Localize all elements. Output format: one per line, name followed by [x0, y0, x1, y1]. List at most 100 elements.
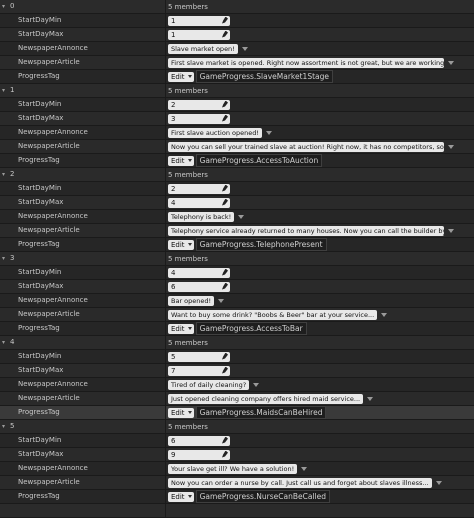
start-day-min-field[interactable]: 5 [168, 351, 230, 362]
column-divider[interactable] [165, 476, 166, 489]
expand-arrow-icon[interactable]: ▾ [2, 0, 10, 13]
pencil-icon[interactable] [222, 100, 228, 108]
column-divider[interactable] [165, 448, 166, 461]
pencil-icon[interactable] [222, 268, 228, 276]
array-element-header[interactable]: ▾ 3 5 members [0, 252, 474, 266]
pencil-icon[interactable] [222, 30, 228, 38]
dropdown-arrow-icon[interactable] [381, 312, 388, 317]
dropdown-arrow-icon[interactable] [367, 396, 374, 401]
dropdown-arrow-icon[interactable] [218, 298, 225, 303]
column-divider[interactable] [165, 98, 166, 111]
array-element-header[interactable]: ▾ 2 5 members [0, 168, 474, 182]
newspaper-annonce-field[interactable]: Your slave get ill? We have a solution! [168, 463, 298, 474]
edit-tag-button[interactable]: Edit [168, 407, 194, 418]
expand-arrow-icon[interactable]: ▾ [2, 168, 10, 181]
column-divider[interactable] [165, 196, 166, 209]
column-divider[interactable] [165, 462, 166, 475]
newspaper-annonce-field[interactable]: Tired of daily cleaning? [168, 379, 250, 390]
array-element-header-partial[interactable] [0, 504, 474, 518]
newspaper-annonce-field[interactable]: Slave market open! [168, 43, 238, 54]
dropdown-arrow-icon[interactable] [265, 130, 272, 135]
newspaper-annonce-field[interactable]: Telephony is back! [168, 211, 235, 222]
pencil-icon[interactable] [222, 198, 228, 206]
expand-arrow-icon[interactable]: ▾ [2, 336, 10, 349]
column-divider[interactable] [165, 364, 166, 377]
column-divider[interactable] [165, 70, 166, 83]
column-divider[interactable] [165, 392, 166, 405]
column-divider[interactable] [165, 490, 166, 503]
column-divider[interactable] [165, 154, 166, 167]
start-day-max-field[interactable]: 9 [168, 449, 230, 460]
column-divider[interactable] [165, 336, 166, 349]
edit-tag-button[interactable]: Edit [168, 323, 194, 334]
dropdown-arrow-icon[interactable] [448, 144, 454, 149]
newspaper-article-field[interactable]: Want to buy some drink? "Boobs & Beer" b… [168, 309, 378, 320]
column-divider[interactable] [165, 28, 166, 41]
pencil-icon[interactable] [222, 450, 228, 458]
edit-tag-button[interactable]: Edit [168, 239, 194, 250]
column-divider[interactable] [165, 0, 166, 13]
start-day-max-field[interactable]: 4 [168, 197, 230, 208]
column-divider[interactable] [165, 308, 166, 321]
expand-arrow-icon[interactable]: ▾ [2, 84, 10, 97]
column-divider[interactable] [165, 42, 166, 55]
edit-tag-button[interactable]: Edit [168, 155, 194, 166]
column-divider[interactable] [165, 126, 166, 139]
dropdown-arrow-icon[interactable] [241, 46, 248, 51]
start-day-max-field[interactable]: 6 [168, 281, 230, 292]
newspaper-article-field[interactable]: Now you can order a nurse by call. Just … [168, 477, 432, 488]
pencil-icon[interactable] [222, 282, 228, 290]
dropdown-arrow-icon[interactable] [435, 480, 442, 485]
newspaper-annonce-field[interactable]: First slave auction opened! [168, 127, 262, 138]
start-day-min-field[interactable]: 2 [168, 99, 230, 110]
column-divider[interactable] [165, 504, 166, 517]
start-day-min-field[interactable]: 4 [168, 267, 230, 278]
column-divider[interactable] [165, 112, 166, 125]
column-divider[interactable] [165, 350, 166, 363]
column-divider[interactable] [165, 294, 166, 307]
column-divider[interactable] [165, 168, 166, 181]
start-day-max-field[interactable]: 1 [168, 29, 230, 40]
pencil-icon[interactable] [222, 114, 228, 122]
column-divider[interactable] [165, 406, 166, 419]
pencil-icon[interactable] [222, 184, 228, 192]
expand-arrow-icon[interactable]: ▾ [2, 252, 10, 265]
newspaper-annonce-field[interactable]: Bar opened! [168, 295, 215, 306]
newspaper-article-field[interactable]: Just opened cleaning company offers hire… [168, 393, 364, 404]
dropdown-arrow-icon[interactable] [448, 228, 454, 233]
dropdown-arrow-icon[interactable] [448, 60, 454, 65]
start-day-max-field[interactable]: 7 [168, 365, 230, 376]
pencil-icon[interactable] [222, 436, 228, 444]
newspaper-article-field[interactable]: Now you can sell your trained slave at a… [168, 141, 444, 152]
edit-tag-button[interactable]: Edit [168, 491, 194, 502]
column-divider[interactable] [165, 322, 166, 335]
array-element-header[interactable]: ▾ 5 5 members [0, 420, 474, 434]
expand-arrow-icon[interactable]: ▾ [2, 420, 10, 433]
column-divider[interactable] [165, 14, 166, 27]
start-day-min-field[interactable]: 6 [168, 435, 230, 446]
pencil-icon[interactable] [222, 16, 228, 24]
dropdown-arrow-icon[interactable] [301, 466, 308, 471]
column-divider[interactable] [165, 182, 166, 195]
column-divider[interactable] [165, 266, 166, 279]
start-day-min-field[interactable]: 2 [168, 183, 230, 194]
column-divider[interactable] [165, 434, 166, 447]
column-divider[interactable] [165, 280, 166, 293]
column-divider[interactable] [165, 238, 166, 251]
array-element-header[interactable]: ▾ 1 5 members [0, 84, 474, 98]
pencil-icon[interactable] [222, 366, 228, 374]
array-element-header[interactable]: ▾ 4 5 members [0, 336, 474, 350]
array-element-header[interactable]: ▾ 0 5 members [0, 0, 474, 14]
column-divider[interactable] [165, 224, 166, 237]
newspaper-article-field[interactable]: First slave market is opened. Right now … [168, 57, 444, 68]
dropdown-arrow-icon[interactable] [253, 382, 260, 387]
column-divider[interactable] [165, 140, 166, 153]
column-divider[interactable] [165, 252, 166, 265]
dropdown-arrow-icon[interactable] [238, 214, 245, 219]
start-day-min-field[interactable]: 1 [168, 15, 230, 26]
edit-tag-button[interactable]: Edit [168, 71, 194, 82]
column-divider[interactable] [165, 378, 166, 391]
column-divider[interactable] [165, 210, 166, 223]
column-divider[interactable] [165, 56, 166, 69]
start-day-max-field[interactable]: 3 [168, 113, 230, 124]
